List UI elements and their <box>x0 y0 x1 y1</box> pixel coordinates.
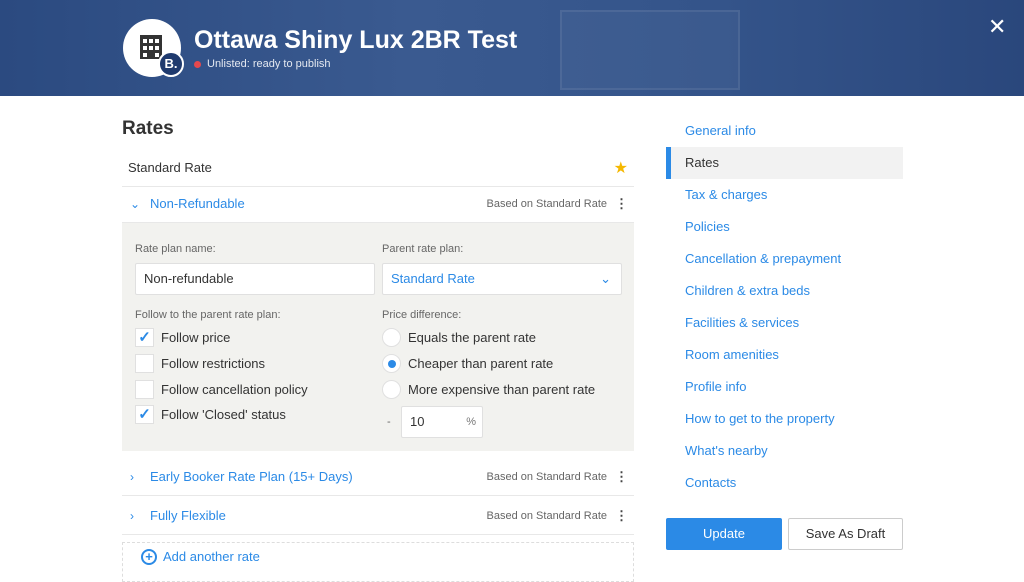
header-background-image <box>560 10 740 90</box>
status-text: Unlisted: ready to publish <box>207 58 331 70</box>
rate-plan-name-label: Rate plan name: <box>135 243 216 255</box>
update-button[interactable]: Update <box>666 518 782 550</box>
percent-unit: % <box>466 407 476 437</box>
more-options-icon[interactable]: ⋮ <box>615 508 628 524</box>
chevron-right-icon[interactable]: › <box>130 470 140 484</box>
rate-based-on: Based on Standard Rate <box>487 510 607 522</box>
standard-rate-label: Standard Rate <box>128 160 212 175</box>
follow-restrictions-checkbox[interactable]: Follow restrictions <box>135 354 265 373</box>
price-difference-value: 10 <box>410 414 424 429</box>
rate-plan-name-input[interactable]: Non-refundable <box>135 263 375 295</box>
follow-cancellation-checkbox[interactable]: Follow cancellation policy <box>135 380 308 399</box>
nav-rates[interactable]: Rates <box>666 147 903 179</box>
rate-edit-panel: Rate plan name: Non-refundable Parent ra… <box>122 223 634 451</box>
rate-row[interactable]: › Fully Flexible Based on Standard Rate … <box>122 497 634 535</box>
checkbox-checked-icon: ✓ <box>135 405 154 424</box>
follow-price-checkbox[interactable]: ✓ Follow price <box>135 328 230 347</box>
radio-icon <box>382 328 401 347</box>
rate-row[interactable]: › Early Booker Rate Plan (15+ Days) Base… <box>122 458 634 496</box>
rate-row[interactable]: ⌄ Non-Refundable Based on Standard Rate … <box>122 185 634 223</box>
building-icon <box>140 35 162 59</box>
add-rate-label: Add another rate <box>163 549 260 564</box>
radio-label: More expensive than parent rate <box>408 382 595 397</box>
chevron-down-icon[interactable]: ⌄ <box>130 197 140 211</box>
rate-based-on: Based on Standard Rate <box>487 198 607 210</box>
checkbox-label: Follow restrictions <box>161 356 265 371</box>
property-title: Ottawa Shiny Lux 2BR Test <box>194 26 517 55</box>
checkbox-label: Follow 'Closed' status <box>161 407 286 422</box>
page-title: Rates <box>122 118 174 140</box>
checkbox-label: Follow price <box>161 330 230 345</box>
nav-contacts[interactable]: Contacts <box>666 467 903 499</box>
radio-label: Cheaper than parent rate <box>408 356 553 371</box>
close-icon[interactable]: ✕ <box>988 14 1006 40</box>
checkbox-label: Follow cancellation policy <box>161 382 308 397</box>
radio-label: Equals the parent rate <box>408 330 536 345</box>
star-icon[interactable]: ★ <box>614 158 628 178</box>
more-options-icon[interactable]: ⋮ <box>615 196 628 212</box>
follow-label: Follow to the parent rate plan: <box>135 309 281 321</box>
checkbox-icon <box>135 380 154 399</box>
nav-cancellation[interactable]: Cancellation & prepayment <box>666 243 903 275</box>
booking-badge: B. <box>158 51 184 77</box>
rate-based-on: Based on Standard Rate <box>487 471 607 483</box>
section-nav: General info Rates Tax & charges Policie… <box>666 115 903 499</box>
nav-profile-info[interactable]: Profile info <box>666 371 903 403</box>
nav-facilities[interactable]: Facilities & services <box>666 307 903 339</box>
standard-rate-row: Standard Rate ★ <box>122 149 634 187</box>
rate-name[interactable]: Fully Flexible <box>150 508 226 523</box>
follow-closed-checkbox[interactable]: ✓ Follow 'Closed' status <box>135 405 286 424</box>
price-difference-label: Price difference: <box>382 309 461 321</box>
more-options-icon[interactable]: ⋮ <box>615 469 628 485</box>
save-draft-button[interactable]: Save As Draft <box>788 518 903 550</box>
status-dot-icon <box>194 61 201 68</box>
nav-policies[interactable]: Policies <box>666 211 903 243</box>
more-expensive-radio[interactable]: More expensive than parent rate <box>382 380 595 399</box>
chevron-right-icon[interactable]: › <box>130 509 140 523</box>
price-sign: - <box>387 416 391 428</box>
radio-selected-icon <box>382 354 401 373</box>
plus-circle-icon: + <box>141 549 157 565</box>
price-difference-input[interactable]: 10% <box>401 406 483 438</box>
checkbox-checked-icon: ✓ <box>135 328 154 347</box>
nav-children-beds[interactable]: Children & extra beds <box>666 275 903 307</box>
parent-rate-plan-select[interactable]: Standard Rate ⌄ <box>382 263 622 295</box>
chevron-down-icon: ⌄ <box>600 264 611 294</box>
nav-room-amenities[interactable]: Room amenities <box>666 339 903 371</box>
nav-directions[interactable]: How to get to the property <box>666 403 903 435</box>
checkbox-icon <box>135 354 154 373</box>
equals-parent-radio[interactable]: Equals the parent rate <box>382 328 536 347</box>
add-another-rate-button[interactable]: + Add another rate <box>122 542 634 582</box>
rate-name[interactable]: Early Booker Rate Plan (15+ Days) <box>150 469 353 484</box>
parent-rate-plan-value: Standard Rate <box>391 271 475 286</box>
listing-status: Unlisted: ready to publish <box>194 58 331 70</box>
parent-rate-plan-label: Parent rate plan: <box>382 243 463 255</box>
nav-tax-charges[interactable]: Tax & charges <box>666 179 903 211</box>
cheaper-parent-radio[interactable]: Cheaper than parent rate <box>382 354 553 373</box>
nav-general-info[interactable]: General info <box>666 115 903 147</box>
header: B. Ottawa Shiny Lux 2BR Test Unlisted: r… <box>0 0 1024 96</box>
radio-icon <box>382 380 401 399</box>
nav-whats-nearby[interactable]: What's nearby <box>666 435 903 467</box>
rate-name[interactable]: Non-Refundable <box>150 196 245 211</box>
